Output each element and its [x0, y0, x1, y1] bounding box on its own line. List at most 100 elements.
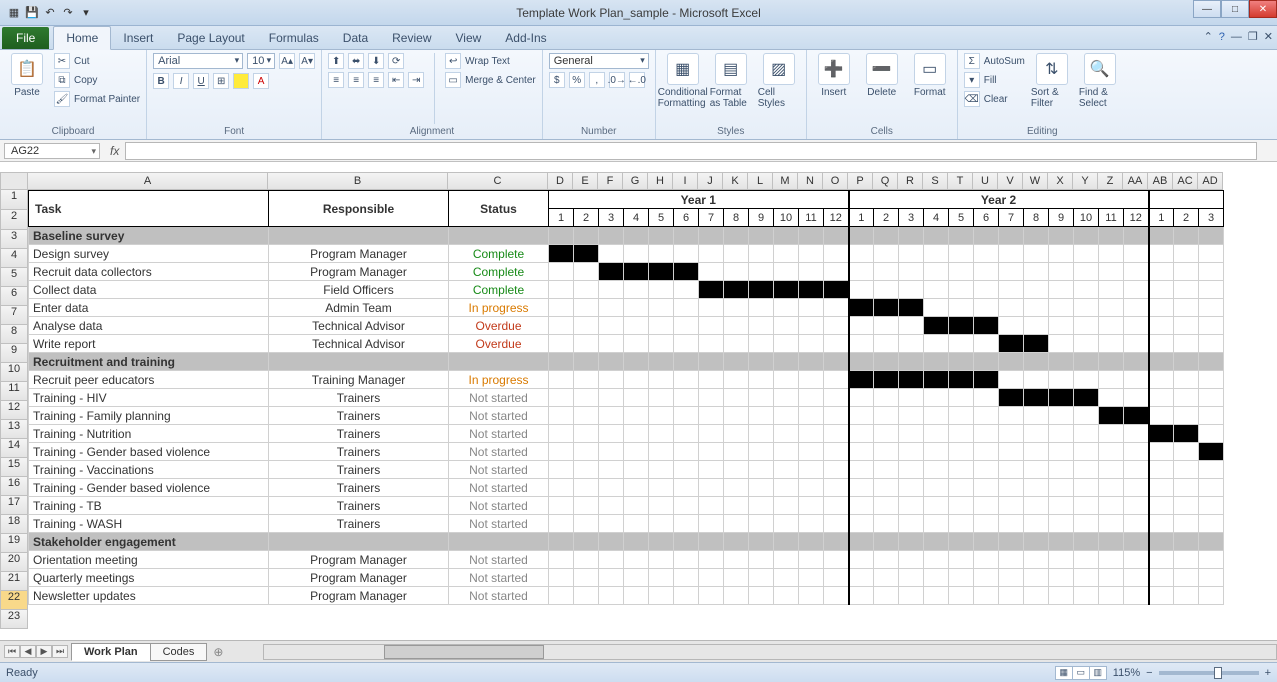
view-page-break-icon[interactable]: ▥: [1089, 666, 1107, 680]
gantt-cell[interactable]: [599, 371, 624, 389]
gantt-cell[interactable]: [1124, 407, 1149, 425]
gantt-cell[interactable]: [899, 479, 924, 497]
find-select-button[interactable]: 🔍Find & Select: [1079, 53, 1121, 109]
gantt-cell[interactable]: [1174, 371, 1199, 389]
gantt-cell[interactable]: [824, 407, 849, 425]
horizontal-scrollbar[interactable]: [263, 644, 1277, 660]
align-bottom-icon[interactable]: ⬇: [368, 53, 384, 69]
gantt-cell[interactable]: [1099, 461, 1124, 479]
gantt-cell[interactable]: [549, 281, 574, 299]
decrease-font-icon[interactable]: A▾: [299, 53, 315, 69]
status-cell[interactable]: Not started: [449, 425, 549, 443]
gantt-cell[interactable]: [1149, 407, 1174, 425]
gantt-cell[interactable]: [1024, 317, 1049, 335]
format-as-table-button[interactable]: ▤Format as Table: [710, 53, 752, 109]
gantt-cell[interactable]: [649, 389, 674, 407]
gantt-cell[interactable]: [1124, 263, 1149, 281]
gantt-cell[interactable]: [849, 389, 874, 407]
gantt-cell[interactable]: [574, 407, 599, 425]
format-cells-button[interactable]: ▭Format: [909, 53, 951, 98]
gantt-cell[interactable]: [599, 245, 624, 263]
tab-formulas[interactable]: Formulas: [257, 27, 331, 49]
conditional-formatting-button[interactable]: ▦Conditional Formatting: [662, 53, 704, 109]
row-header-8[interactable]: 8: [0, 325, 28, 344]
gantt-cell[interactable]: [899, 443, 924, 461]
status-cell[interactable]: Not started: [449, 497, 549, 515]
gantt-cell[interactable]: [774, 389, 799, 407]
gantt-cell[interactable]: [999, 281, 1024, 299]
col-header-I[interactable]: I: [673, 172, 698, 190]
qat-dropdown-icon[interactable]: ▾: [78, 5, 94, 21]
gantt-cell[interactable]: [549, 407, 574, 425]
task-cell[interactable]: Training - Gender based violence: [29, 443, 269, 461]
gantt-cell[interactable]: [674, 389, 699, 407]
gantt-cell[interactable]: [799, 281, 824, 299]
gantt-cell[interactable]: [824, 335, 849, 353]
gantt-cell[interactable]: [874, 389, 899, 407]
gantt-cell[interactable]: [1099, 281, 1124, 299]
gantt-cell[interactable]: [824, 317, 849, 335]
gantt-cell[interactable]: [874, 407, 899, 425]
gantt-cell[interactable]: [849, 371, 874, 389]
gantt-cell[interactable]: [1049, 389, 1074, 407]
gantt-cell[interactable]: [1149, 587, 1174, 605]
orientation-icon[interactable]: ⟳: [388, 53, 404, 69]
task-cell[interactable]: Training - Nutrition: [29, 425, 269, 443]
gantt-cell[interactable]: [924, 299, 949, 317]
gantt-cell[interactable]: [674, 551, 699, 569]
gantt-cell[interactable]: [624, 263, 649, 281]
gantt-cell[interactable]: [749, 371, 774, 389]
gantt-cell[interactable]: [799, 299, 824, 317]
gantt-cell[interactable]: [574, 335, 599, 353]
gantt-cell[interactable]: [849, 479, 874, 497]
gantt-cell[interactable]: [599, 479, 624, 497]
gantt-cell[interactable]: [1074, 479, 1099, 497]
gantt-cell[interactable]: [949, 569, 974, 587]
gantt-cell[interactable]: [899, 497, 924, 515]
gantt-cell[interactable]: [1174, 425, 1199, 443]
col-header-E[interactable]: E: [573, 172, 598, 190]
gantt-cell[interactable]: [624, 371, 649, 389]
gantt-cell[interactable]: [649, 443, 674, 461]
gantt-cell[interactable]: [1124, 479, 1149, 497]
gantt-cell[interactable]: [674, 245, 699, 263]
gantt-cell[interactable]: [1124, 461, 1149, 479]
gantt-cell[interactable]: [899, 551, 924, 569]
task-cell[interactable]: Orientation meeting: [29, 551, 269, 569]
gantt-cell[interactable]: [724, 497, 749, 515]
responsible-cell[interactable]: Trainers: [269, 461, 449, 479]
cut-button[interactable]: ✂Cut: [54, 53, 140, 69]
increase-font-icon[interactable]: A▴: [279, 53, 295, 69]
gantt-cell[interactable]: [874, 515, 899, 533]
gantt-cell[interactable]: [1149, 569, 1174, 587]
gantt-cell[interactable]: [924, 335, 949, 353]
gantt-cell[interactable]: [874, 263, 899, 281]
gantt-cell[interactable]: [1024, 335, 1049, 353]
gantt-cell[interactable]: [799, 317, 824, 335]
tab-review[interactable]: Review: [380, 27, 443, 49]
gantt-cell[interactable]: [1124, 281, 1149, 299]
gantt-cell[interactable]: [699, 587, 724, 605]
gantt-cell[interactable]: [549, 497, 574, 515]
gantt-cell[interactable]: [624, 425, 649, 443]
gantt-cell[interactable]: [899, 317, 924, 335]
gantt-cell[interactable]: [974, 407, 999, 425]
section-header[interactable]: Baseline survey: [29, 227, 269, 245]
gantt-cell[interactable]: [799, 443, 824, 461]
col-header-AB[interactable]: AB: [1148, 172, 1173, 190]
decrease-indent-icon[interactable]: ⇤: [388, 72, 404, 88]
row-header-7[interactable]: 7: [0, 306, 28, 325]
gantt-cell[interactable]: [924, 317, 949, 335]
gantt-cell[interactable]: [949, 479, 974, 497]
gantt-cell[interactable]: [974, 389, 999, 407]
gantt-cell[interactable]: [674, 515, 699, 533]
gantt-cell[interactable]: [599, 317, 624, 335]
gantt-cell[interactable]: [1174, 335, 1199, 353]
gantt-cell[interactable]: [649, 407, 674, 425]
gantt-cell[interactable]: [749, 389, 774, 407]
name-box[interactable]: AG22: [4, 143, 100, 159]
gantt-cell[interactable]: [574, 425, 599, 443]
gantt-cell[interactable]: [874, 299, 899, 317]
insert-cells-button[interactable]: ➕Insert: [813, 53, 855, 98]
gantt-cell[interactable]: [624, 443, 649, 461]
